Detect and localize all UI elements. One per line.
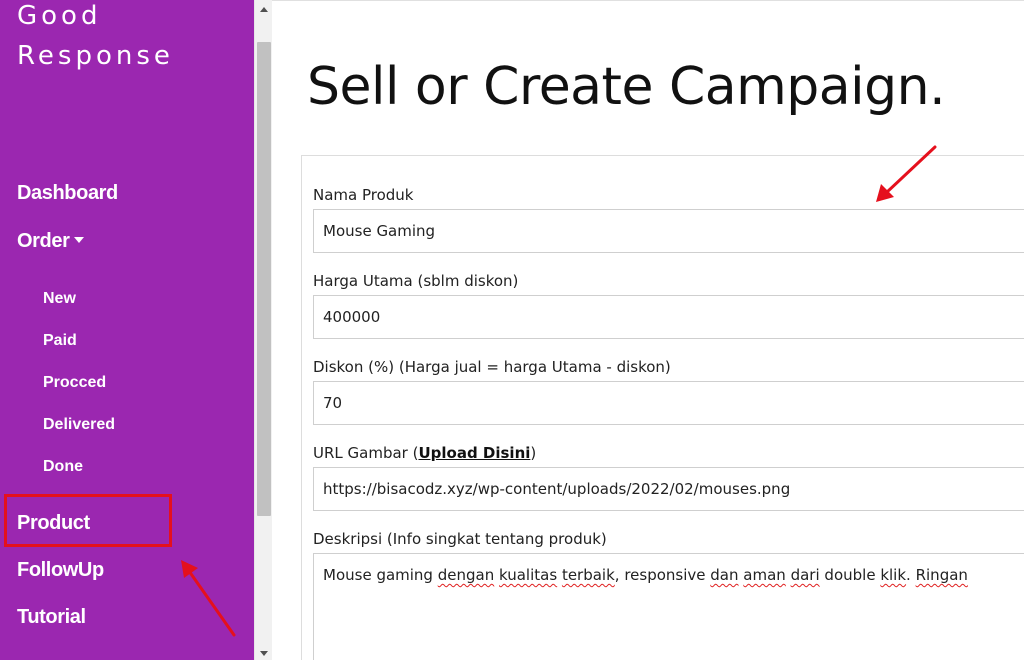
- sidebar-item-label: Order: [17, 230, 70, 252]
- sidebar-item-dashboard[interactable]: Dashboard: [17, 182, 118, 205]
- desc-word: double: [819, 566, 881, 584]
- url-gambar-label: URL Gambar (Upload Disini): [313, 444, 536, 462]
- sidebar-item-label: Tutorial: [17, 606, 86, 628]
- sidebar-subitem-delivered[interactable]: Delivered: [43, 416, 115, 434]
- sidebar-subitem-paid[interactable]: Paid: [43, 332, 77, 350]
- sidebar-item-followup[interactable]: FollowUp: [17, 559, 104, 582]
- desc-word-misspelled: klik: [880, 566, 907, 584]
- page-title: Sell or Create Campaign.: [307, 57, 946, 117]
- desc-word: Mouse gaming: [323, 566, 438, 584]
- desc-word: .: [906, 566, 916, 584]
- sidebar-item-tutorial[interactable]: Tutorial: [17, 606, 86, 629]
- brand-logo[interactable]: Good Response: [17, 0, 174, 76]
- desc-word-misspelled: terbaik: [561, 566, 615, 584]
- sidebar-subitem-procced[interactable]: Procced: [43, 374, 106, 392]
- sidebar-item-partial: [17, 652, 77, 660]
- desc-word-misspelled: kualitas: [499, 566, 558, 584]
- brand-line-1: Good: [17, 1, 102, 31]
- desc-word-misspelled: Ringan: [915, 566, 968, 584]
- nama-produk-label: Nama Produk: [313, 186, 414, 204]
- url-label-prefix: URL Gambar (: [313, 444, 419, 462]
- sidebar-subitem-label: Done: [43, 458, 83, 475]
- sidebar-scrollbar[interactable]: [254, 0, 272, 660]
- sidebar-subitem-label: Procced: [43, 374, 107, 391]
- url-gambar-input[interactable]: https://bisacodz.xyz/wp-content/uploads/…: [313, 467, 1024, 511]
- desc-word: , responsive: [614, 566, 711, 584]
- scroll-thumb[interactable]: [257, 42, 271, 516]
- caret-down-icon: [74, 236, 85, 243]
- sidebar-subitem-label: Delivered: [43, 416, 116, 433]
- brand-line-2: Response: [17, 41, 174, 71]
- desc-word-misspelled: dari: [790, 566, 820, 584]
- scroll-up-arrow-icon[interactable]: [260, 7, 268, 12]
- harga-utama-input[interactable]: 400000: [313, 295, 1024, 339]
- sidebar-item-label: Dashboard: [17, 182, 118, 204]
- desc-word-misspelled: aman: [743, 566, 786, 584]
- deskripsi-label: Deskripsi (Info singkat tentang produk): [313, 530, 607, 548]
- main-content: Sell or Create Campaign. Nama Produk Mou…: [272, 0, 1024, 660]
- sidebar-item-order[interactable]: Order: [17, 230, 85, 253]
- harga-utama-label: Harga Utama (sblm diskon): [313, 272, 519, 290]
- sidebar-subitem-label: Paid: [43, 332, 77, 349]
- product-highlight-annotation: [4, 494, 172, 547]
- sidebar-subitem-new[interactable]: New: [43, 290, 76, 308]
- sidebar-subitem-done[interactable]: Done: [43, 458, 83, 476]
- sidebar-item-label: FollowUp: [17, 559, 104, 581]
- nama-produk-input[interactable]: Mouse Gaming: [313, 209, 1024, 253]
- scroll-down-arrow-icon[interactable]: [260, 651, 268, 656]
- deskripsi-textarea[interactable]: Mouse gaming dengan kualitas terbaik, re…: [313, 553, 1024, 660]
- upload-disini-link[interactable]: Upload Disini: [418, 444, 530, 462]
- diskon-label: Diskon (%) (Harga jual = harga Utama - d…: [313, 358, 671, 376]
- sidebar: Good Response Dashboard Order New Paid P…: [0, 0, 254, 660]
- sidebar-subitem-label: New: [43, 290, 76, 307]
- url-label-suffix: ): [530, 444, 537, 462]
- desc-word-misspelled: dengan: [437, 566, 495, 584]
- diskon-input[interactable]: 70: [313, 381, 1024, 425]
- desc-word-misspelled: dan: [710, 566, 739, 584]
